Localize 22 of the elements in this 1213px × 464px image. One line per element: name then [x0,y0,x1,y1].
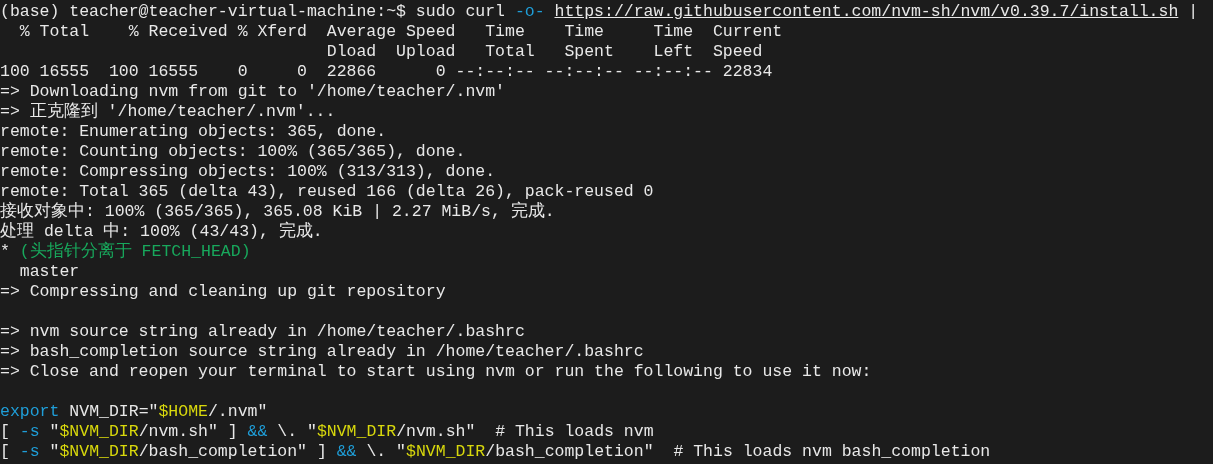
terminal-line: => 正克隆到 '/home/teacher/.nvm'... [0,102,336,122]
terminal-line: remote: Compressing objects: 100% (313/313), done. [0,162,496,182]
terminal-line: (base) teacher@teacher-virtual-machine:~$ sudo curl -o- https://raw.githubusercontent.com/nvm-sh/nvm/v0.39.7/install.sh | [0,2,1199,22]
terminal-line: remote: Counting objects: 100% (365/365), done. [0,142,466,162]
terminal-line: 处理 delta 中: 100% (43/43), 完成. [0,222,323,241]
terminal-line: remote: Total 365 (delta 43), reused 166 (delta 26), pack-reused 0 [0,182,654,201]
terminal-line: master [18,262,80,282]
terminal-line: export NVM_DIR="$HOME/.nvm" [0,402,268,422]
terminal-line: => nvm source string already in /home/teacher/.bashrc [0,322,525,342]
url-link[interactable]: https://raw.githubusercontent.com/nvm-sh/nvm/v0.39.7/install.sh [554,2,1179,21]
terminal-line: => Close and reopen your terminal to start using nvm or run the following to use it now: [0,362,872,382]
terminal-line: 接收对象中: 100% (365/365), 365.08 KiB | 2.27 MiB/s, 完成. [0,202,555,221]
terminal-line: [ -s "$NVM_DIR/bash_completion" ] && \. "$NVM_DIR/bash_completion" # This loads nvm bash_completion [0,442,991,462]
terminal-line: * (头指针分离于 FETCH_HEAD) [0,242,251,262]
terminal-line: 100 16555 100 16555 0 0 22866 0 --:--:-- --:--:-- --:--:-- 22834 [0,62,773,82]
terminal-line: [ -s "$NVM_DIR/nvm.sh" ] && \. "$NVM_DIR/nvm.sh" # This loads nvm [0,422,654,442]
terminal-line: Dload Upload Total Spent Left Speed [325,42,763,62]
terminal-line: % Total % Received % Xferd Average Speed Time Time Time Current [18,22,783,42]
terminal-line: remote: Enumerating objects: 365, done. [0,122,387,142]
terminal-line: => bash_completion source string already in /home/teacher/.bashrc [0,342,644,362]
terminal-line: => Downloading nvm from git to '/home/teacher/.nvm' [0,82,505,102]
terminal-line: => Compressing and cleaning up git repository [0,282,446,302]
